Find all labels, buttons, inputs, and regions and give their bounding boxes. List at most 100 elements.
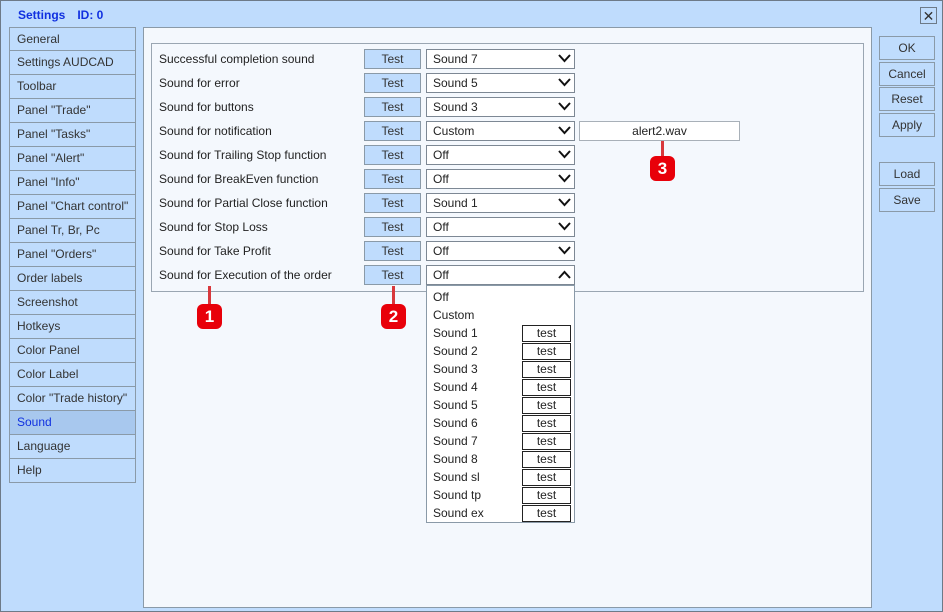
sound-label: Sound for buttons [159,100,254,114]
sound-select[interactable]: Sound 5 [426,73,575,93]
option-test-button[interactable]: test [522,361,571,378]
test-button[interactable]: Test [364,241,421,261]
sidebar-item[interactable]: Panel "Alert" [9,147,136,171]
option-test-button[interactable]: test [522,505,571,522]
sidebar-item[interactable]: Panel Tr, Br, Pc [9,219,136,243]
dropdown-option[interactable]: Sound ex test [433,504,573,522]
marker-1: 1 [197,304,222,329]
option-test-button[interactable]: test [522,433,571,450]
test-button[interactable]: Test [364,265,421,285]
test-button[interactable]: Test [364,49,421,69]
option-label: Sound 8 [433,452,478,466]
option-label: Sound 1 [433,326,478,340]
option-test-button[interactable]: test [522,469,571,486]
sidebar-item[interactable]: Hotkeys [9,315,136,339]
sound-select[interactable]: Off [426,217,575,237]
dropdown-option[interactable]: Sound 3 test [433,360,573,378]
marker-line-2 [392,286,395,306]
option-label: Sound 5 [433,398,478,412]
test-button[interactable]: Test [364,193,421,213]
option-label: Sound tp [433,488,482,502]
option-label: Sound 4 [433,380,478,394]
option-test-button[interactable]: test [522,487,571,504]
sidebar-item[interactable]: Color "Trade history" [9,387,136,411]
dropdown-option[interactable]: Sound 2 test [433,342,573,360]
selected-value: Sound 1 [433,196,478,210]
sidebar-item[interactable]: Panel "Tasks" [9,123,136,147]
sound-label: Sound for error [159,76,240,90]
option-test-button[interactable]: test [522,325,571,342]
sidebar-item[interactable]: Settings AUDCAD [9,51,136,75]
option-label: Sound 3 [433,362,478,376]
sound-select[interactable]: Off [426,265,575,285]
option-label: Custom [433,308,475,322]
marker-3: 3 [650,156,675,181]
load-button[interactable]: Load [879,162,935,186]
sidebar-item[interactable]: Order labels [9,267,136,291]
dropdown-option[interactable]: Off [433,288,573,306]
option-test-button[interactable]: test [522,451,571,468]
option-test-button[interactable]: test [522,343,571,360]
sidebar-item[interactable]: Panel "Chart control" [9,195,136,219]
dropdown-option[interactable]: Custom [433,306,573,324]
sound-select[interactable]: Off [426,145,575,165]
sidebar-item[interactable]: Panel "Trade" [9,99,136,123]
dropdown-option[interactable]: Sound 1 test [433,324,573,342]
sidebar-item[interactable]: Panel "Info" [9,171,136,195]
sound-dropdown-list: Off Custom Sound 1 test Sound 2 test Sound 3 te… [426,285,575,523]
sound-label: Successful completion sound [159,52,315,66]
option-test-button[interactable]: test [522,379,571,396]
dropdown-option[interactable]: Sound tp test [433,486,573,504]
apply-button[interactable]: Apply [879,113,935,137]
dropdown-option[interactable]: Sound 6 test [433,414,573,432]
marker-line-1 [208,286,211,306]
selected-value: Off [433,172,449,186]
sound-label: Sound for Trailing Stop function [159,148,327,162]
dropdown-option[interactable]: Sound sl test [433,468,573,486]
sidebar-item[interactable]: Panel "Orders" [9,243,136,267]
sound-select[interactable]: Sound 3 [426,97,575,117]
sidebar-item[interactable]: General [9,27,136,51]
custom-sound-file-input[interactable]: alert2.wav [579,121,740,141]
sound-select[interactable]: Sound 1 [426,193,575,213]
option-label: Sound 2 [433,344,478,358]
option-label: Sound 7 [433,434,478,448]
sidebar-item[interactable]: Help [9,459,136,483]
selected-value: Custom [433,124,475,138]
sidebar-item[interactable]: Language [9,435,136,459]
sound-select[interactable]: Off [426,241,575,261]
test-button[interactable]: Test [364,145,421,165]
dropdown-option[interactable]: Sound 5 test [433,396,573,414]
reset-button[interactable]: Reset [879,87,935,111]
sound-label: Sound for Take Profit [159,244,271,258]
sidebar-item[interactable]: Screenshot [9,291,136,315]
test-button[interactable]: Test [364,217,421,237]
selected-value: Off [433,244,449,258]
test-button[interactable]: Test [364,97,421,117]
sidebar-item[interactable]: Color Panel [9,339,136,363]
ok-button[interactable]: OK [879,36,935,60]
test-button[interactable]: Test [364,169,421,189]
option-label: Sound 6 [433,416,478,430]
close-icon[interactable]: ✕ [920,7,937,24]
selected-value: Sound 5 [433,76,478,90]
save-button[interactable]: Save [879,188,935,212]
sound-select[interactable]: Sound 7 [426,49,575,69]
sidebar-item[interactable]: Color Label [9,363,136,387]
marker-2: 2 [381,304,406,329]
sound-select[interactable]: Off [426,169,575,189]
selected-value: Off [433,220,449,234]
dropdown-option[interactable]: Sound 7 test [433,432,573,450]
option-test-button[interactable]: test [522,397,571,414]
dropdown-option[interactable]: Sound 8 test [433,450,573,468]
test-button[interactable]: Test [364,121,421,141]
test-button[interactable]: Test [364,73,421,93]
sidebar-item[interactable]: Toolbar [9,75,136,99]
cancel-button[interactable]: Cancel [879,62,935,86]
option-test-button[interactable]: test [522,415,571,432]
selected-value: Off [433,148,449,162]
selected-value: Sound 7 [433,52,478,66]
sound-select[interactable]: Custom [426,121,575,141]
dropdown-option[interactable]: Sound 4 test [433,378,573,396]
sidebar-item[interactable]: Sound [9,411,136,435]
